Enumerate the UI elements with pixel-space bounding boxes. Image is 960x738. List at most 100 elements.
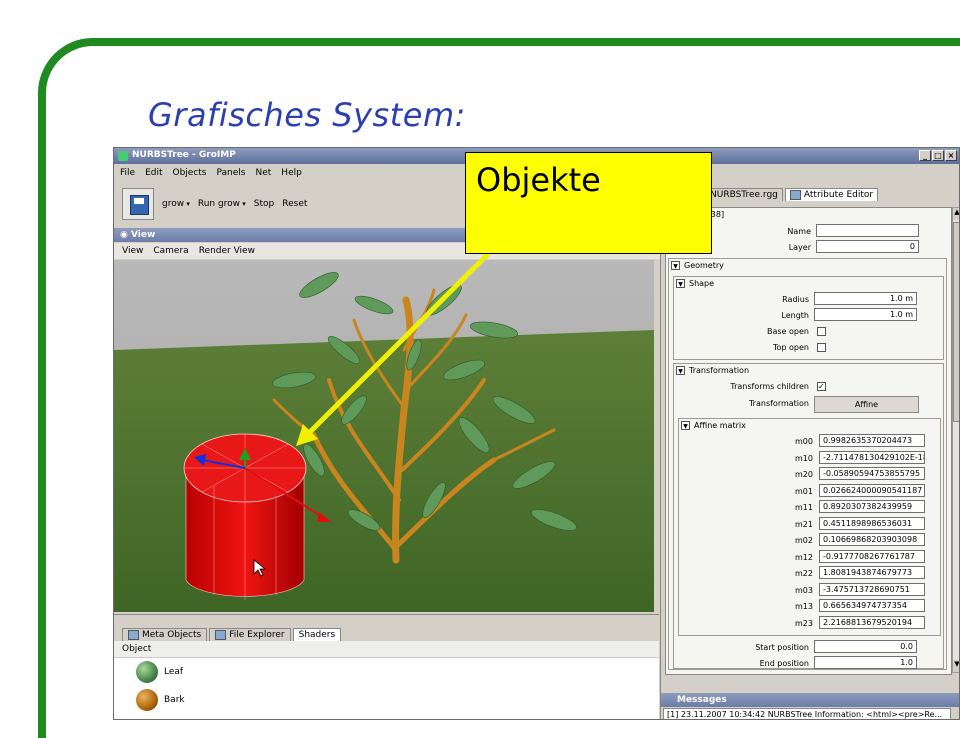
matrix-row: m22 1.8081943874679773: [679, 566, 940, 582]
matrix-row: m13 0.665634974737354: [679, 599, 940, 615]
menu-objects[interactable]: Objects: [173, 168, 207, 178]
collapse-toggle[interactable]: ▼: [671, 261, 680, 270]
transforms-children-checkbox[interactable]: ✓: [817, 382, 826, 391]
matrix-value-field[interactable]: -0.9177708267761787: [819, 549, 925, 563]
matrix-row: m01 0.026624000090541187: [679, 483, 940, 500]
collapse-toggle[interactable]: ▼: [681, 421, 690, 430]
top-open-checkbox[interactable]: [817, 343, 826, 352]
base-open-checkbox[interactable]: [817, 327, 826, 336]
matrix-key: m21: [795, 519, 813, 529]
matrix-key: m02: [795, 536, 813, 545]
matrix-value-field[interactable]: 0.4511898986536031: [819, 516, 925, 530]
length-field[interactable]: 1.0 m: [814, 308, 917, 321]
save-icon: [130, 195, 149, 215]
end-position-field[interactable]: 1.0: [814, 656, 917, 669]
matrix-key: m13: [795, 602, 813, 611]
3d-viewport[interactable]: [114, 260, 654, 612]
matrix-value-field[interactable]: 0.026624000090541187: [819, 483, 925, 497]
stop-button[interactable]: Stop: [254, 199, 274, 209]
list-item[interactable]: Bark: [114, 686, 659, 714]
name-field[interactable]: [816, 224, 919, 237]
affine-button[interactable]: Affine: [814, 396, 919, 413]
matrix-value-field[interactable]: 0.8920307382439959: [819, 500, 925, 513]
reset-button[interactable]: Reset: [282, 199, 307, 209]
layer-field[interactable]: 0: [816, 240, 919, 253]
end-position-label: End position: [759, 659, 809, 668]
geometry-title: Geometry: [684, 261, 724, 270]
right-tabs: NURBSTree.rgg Attribute Editor: [705, 188, 879, 201]
collapse-toggle[interactable]: ▼: [676, 279, 685, 288]
layer-label: Layer: [788, 243, 811, 252]
close-button[interactable]: ×: [945, 150, 957, 161]
matrix-key: m03: [795, 585, 813, 595]
gear-icon: [128, 630, 139, 640]
matrix-key: m20: [795, 470, 813, 479]
tab-label: Attribute Editor: [803, 190, 874, 200]
matrix-value-field[interactable]: -2.711478130429102E-18: [819, 450, 925, 464]
callout-text: Objekte: [476, 161, 601, 199]
matrix-row: m21 0.4511898986536031: [679, 516, 940, 533]
messages-title: Messages: [677, 695, 727, 705]
maximize-button[interactable]: □: [932, 150, 944, 161]
bark-shader-swatch: [136, 689, 158, 711]
menu-file[interactable]: File: [120, 168, 135, 178]
tab-label: File Explorer: [229, 630, 285, 640]
menu-panels[interactable]: Panels: [217, 168, 246, 178]
view-menu-render[interactable]: Render View: [199, 246, 255, 256]
matrix-row: m02 0.10669868203903098: [679, 533, 940, 549]
collapse-toggle[interactable]: ▼: [676, 366, 685, 375]
base-open-label: Base open: [767, 327, 809, 336]
tab-source-file[interactable]: NURBSTree.rgg: [705, 188, 783, 201]
matrix-row: m23 2.2168813679520194: [679, 615, 940, 632]
run-grow-button[interactable]: Run grow: [198, 199, 246, 209]
tab-meta-objects[interactable]: Meta Objects: [122, 628, 208, 641]
save-button[interactable]: [122, 188, 154, 220]
attribute-scrollbar[interactable]: ▲ ▼: [952, 207, 959, 673]
view-menu-camera[interactable]: Camera: [153, 246, 188, 256]
slide-title: Grafisches System:: [148, 96, 466, 134]
tab-label: Shaders: [298, 630, 336, 640]
matrix-value-field[interactable]: -0.05890594753855795: [819, 467, 925, 480]
tab-label: Meta Objects: [142, 630, 202, 640]
tab-file-explorer[interactable]: File Explorer: [209, 628, 291, 641]
transforms-children-label: Transforms children: [730, 382, 809, 391]
top-open-label: Top open: [772, 343, 809, 352]
leaf-shader-swatch: [136, 661, 158, 683]
matrix-row: m12 -0.9177708267761787: [679, 549, 940, 566]
scroll-down-icon[interactable]: ▼: [953, 660, 959, 672]
shader-name: Bark: [164, 695, 185, 705]
menu-edit[interactable]: Edit: [145, 168, 162, 178]
affine-matrix-title: Affine matrix: [694, 421, 746, 430]
radius-field[interactable]: 1.0 m: [814, 292, 917, 305]
tab-attribute-editor[interactable]: Attribute Editor: [784, 188, 879, 201]
bottom-panel: Meta Objects File Explorer Shaders Objec…: [114, 614, 659, 719]
matrix-value-field[interactable]: 0.9982635370204473: [819, 434, 925, 447]
messages-header: Messages: [661, 693, 959, 707]
matrix-value-field[interactable]: -3.475713728690751: [819, 582, 925, 596]
start-position-field[interactable]: 0.0: [814, 640, 917, 653]
matrix-value-field[interactable]: 2.2168813679520194: [819, 615, 925, 629]
matrix-value-field[interactable]: 1.8081943874679773: [819, 566, 925, 579]
matrix-row: m10 -2.711478130429102E-18: [679, 450, 940, 467]
matrix-key: m23: [795, 618, 813, 628]
matrix-row: m03 -3.475713728690751: [679, 582, 940, 599]
tab-shaders[interactable]: Shaders: [292, 628, 342, 641]
scroll-up-icon[interactable]: ▲: [953, 208, 959, 220]
scroll-thumb[interactable]: [953, 222, 959, 422]
minimize-button[interactable]: _: [919, 150, 931, 161]
menu-help[interactable]: Help: [281, 168, 302, 178]
matrix-key: m11: [795, 503, 813, 512]
name-label: Name: [787, 227, 811, 236]
start-position-label: Start position: [755, 643, 809, 652]
matrix-key: m10: [795, 453, 813, 463]
matrix-value-field[interactable]: 0.10669868203903098: [819, 533, 925, 546]
menu-net[interactable]: Net: [255, 168, 271, 178]
length-label: Length: [781, 311, 809, 320]
matrix-value-field[interactable]: 0.665634974737354: [819, 599, 925, 612]
attribute-editor: [inder.16938] Name Layer 0 ▼Geometry ▼Sh…: [665, 207, 952, 675]
table-icon: [789, 190, 801, 200]
grow-button[interactable]: grow: [162, 199, 190, 209]
list-item[interactable]: Leaf: [114, 658, 659, 686]
view-menu-view[interactable]: View: [122, 246, 143, 256]
transformation-title: Transformation: [689, 366, 750, 375]
